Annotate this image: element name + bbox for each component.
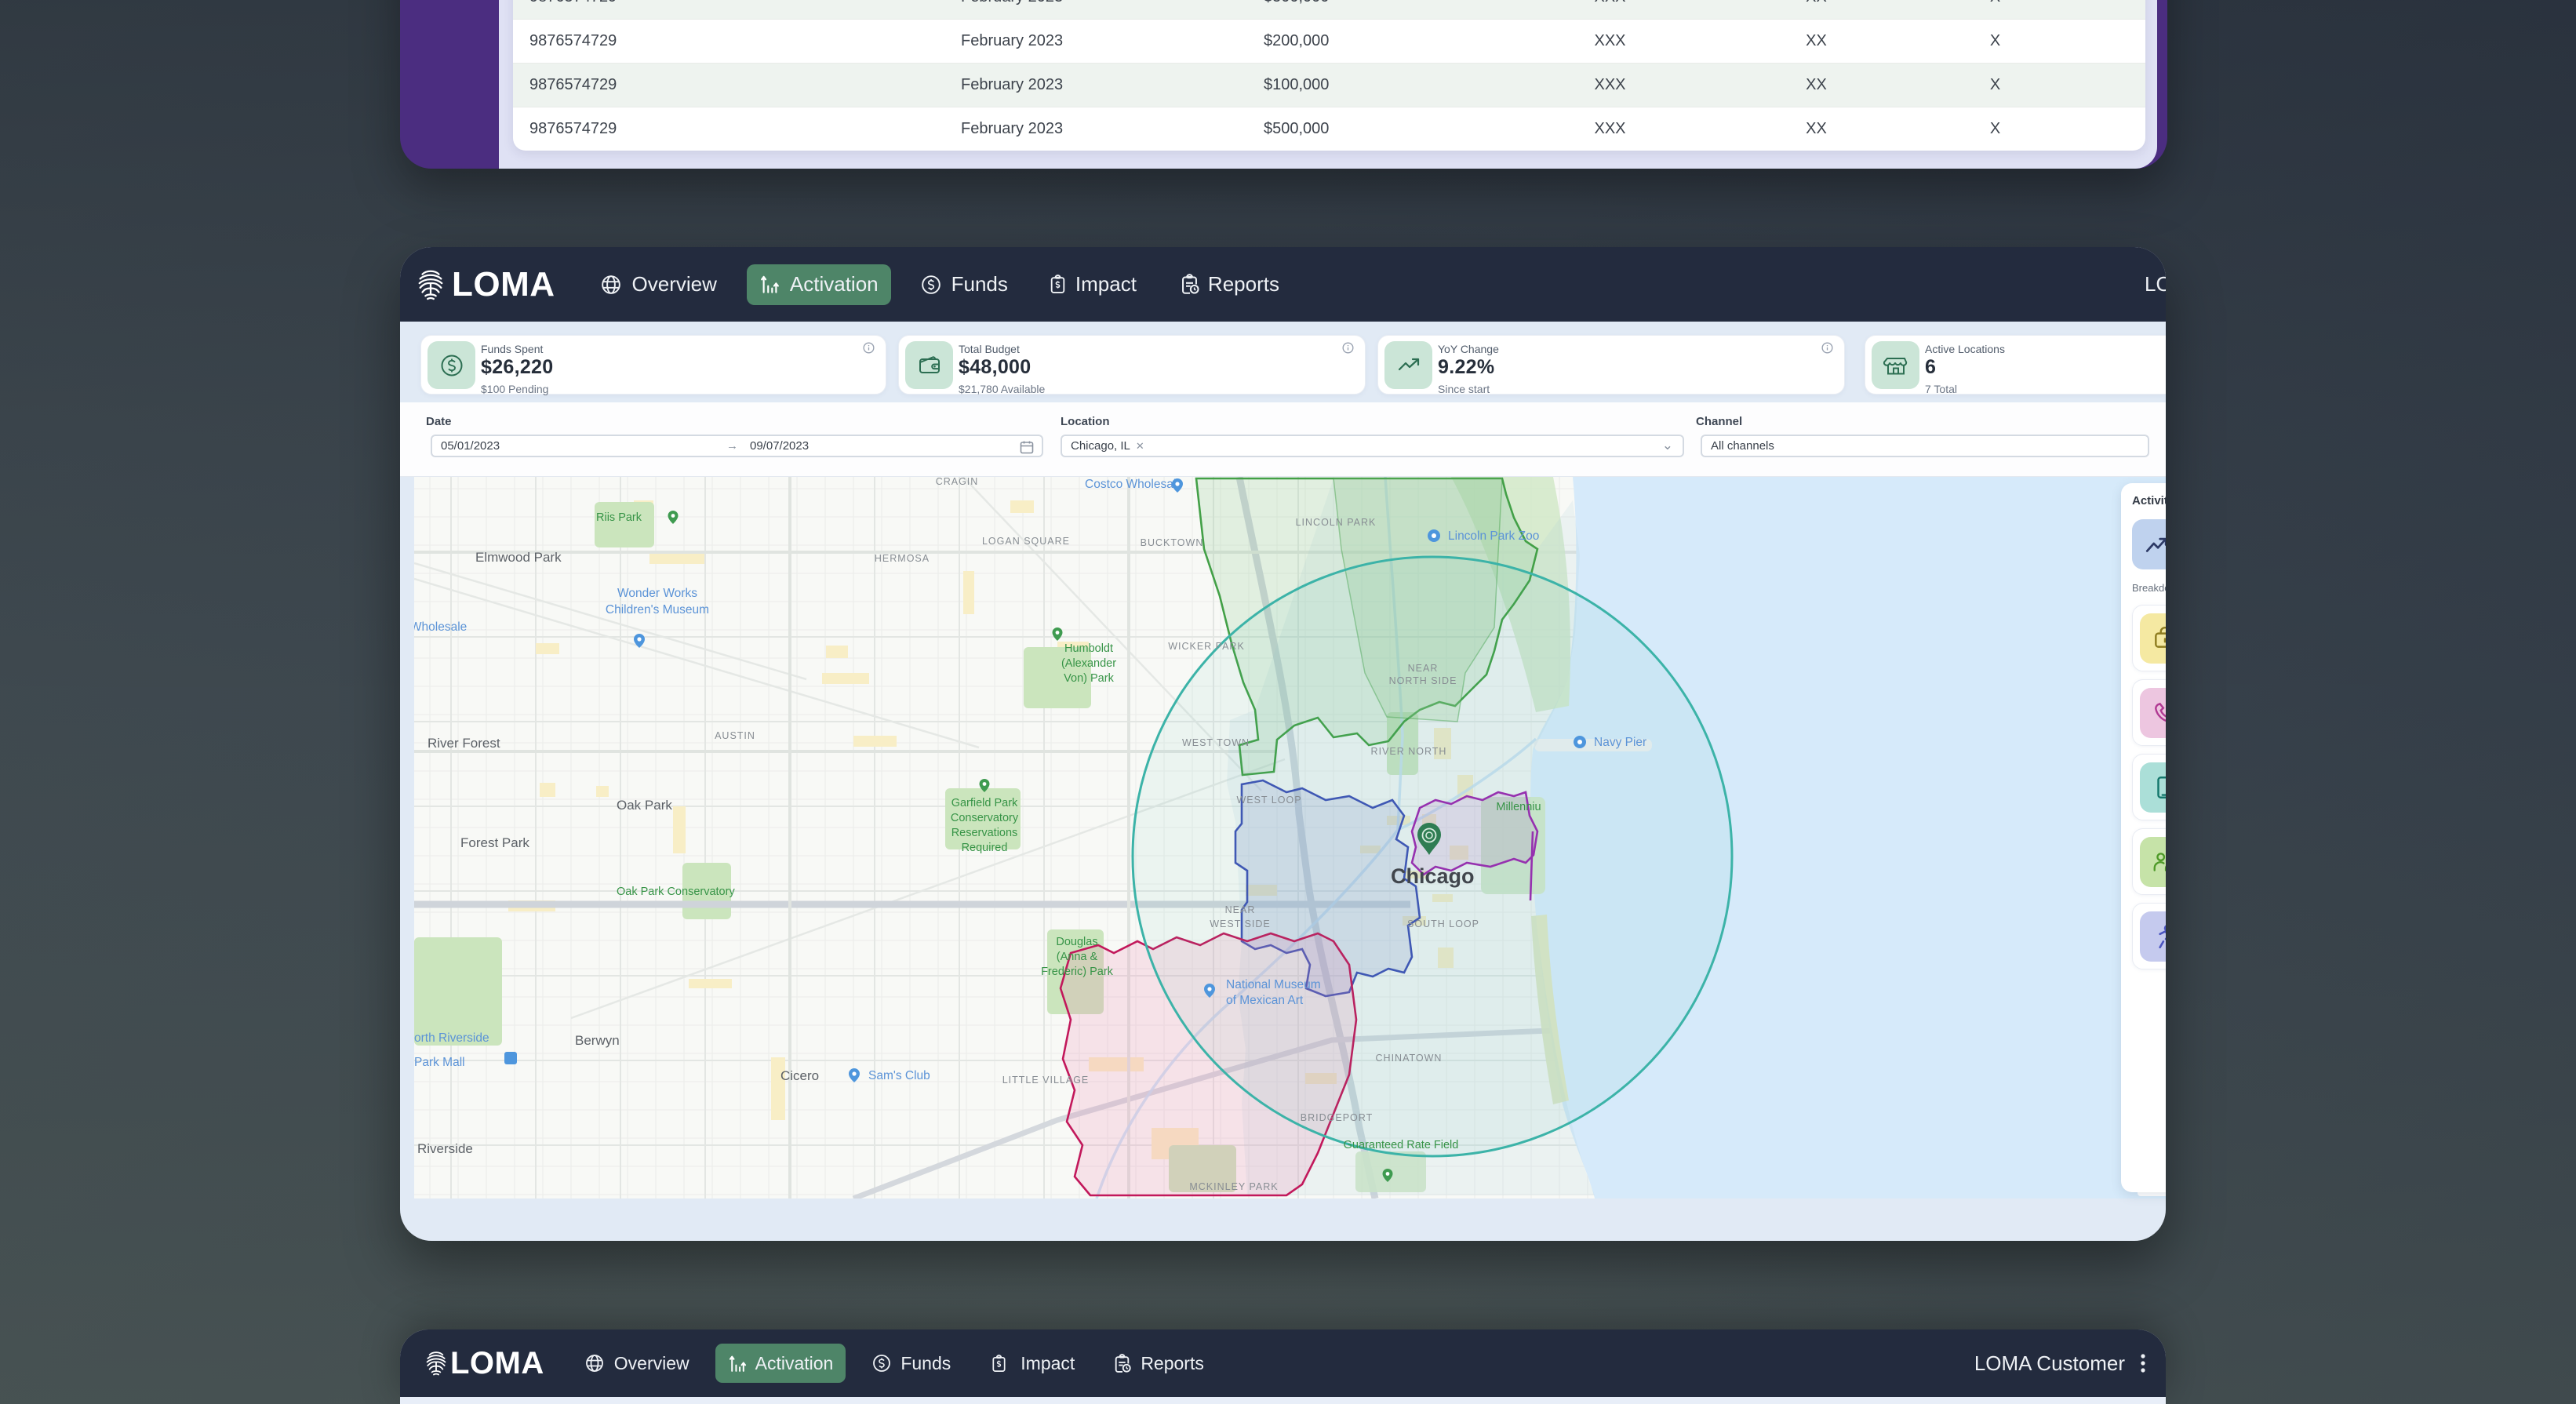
- svg-text:NEAR: NEAR: [1408, 663, 1439, 674]
- svg-text:BUCKTOWN: BUCKTOWN: [1141, 537, 1204, 548]
- svg-text:Children's Museum: Children's Museum: [606, 603, 709, 617]
- svg-text:LITTLE VILLAGE: LITTLE VILLAGE: [1002, 1075, 1090, 1086]
- svg-text:Navy Pier: Navy Pier: [1594, 736, 1646, 749]
- svg-text:Riis Park: Riis Park: [596, 511, 642, 524]
- svg-text:(Anna &: (Anna &: [1057, 951, 1098, 963]
- svg-text:Reservations: Reservations: [951, 827, 1018, 839]
- svg-text:Cicero: Cicero: [780, 1068, 819, 1083]
- svg-text:RIVER NORTH: RIVER NORTH: [1371, 746, 1447, 757]
- svg-text:o Wholesale: o Wholesale: [414, 620, 467, 634]
- svg-text:WEST TOWN: WEST TOWN: [1182, 737, 1250, 748]
- svg-text:LINCOLN PARK: LINCOLN PARK: [1296, 517, 1377, 528]
- svg-text:Costco Wholesale: Costco Wholesale: [1085, 478, 1183, 491]
- svg-text:Douglas: Douglas: [1056, 936, 1097, 948]
- svg-text:BRIDGEPORT: BRIDGEPORT: [1301, 1112, 1373, 1123]
- svg-text:Park Mall: Park Mall: [414, 1056, 465, 1069]
- svg-text:Wonder Works: Wonder Works: [617, 587, 697, 600]
- svg-text:CRAGIN: CRAGIN: [936, 477, 979, 487]
- svg-text:WEST SIDE: WEST SIDE: [1210, 918, 1271, 929]
- svg-text:CHINATOWN: CHINATOWN: [1376, 1053, 1443, 1064]
- svg-text:Millenniu: Millenniu: [1496, 801, 1541, 813]
- svg-text:Chicago: Chicago: [1391, 864, 1475, 888]
- svg-text:(Alexander: (Alexander: [1061, 657, 1116, 670]
- svg-text:of Mexican Art: of Mexican Art: [1226, 994, 1304, 1007]
- svg-text:orth Riverside: orth Riverside: [414, 1031, 489, 1045]
- svg-text:Conservatory: Conservatory: [951, 812, 1019, 824]
- svg-text:Frederic) Park: Frederic) Park: [1041, 966, 1114, 978]
- svg-text:Oak Park: Oak Park: [617, 798, 672, 813]
- svg-text:Guaranteed Rate Field: Guaranteed Rate Field: [1344, 1139, 1459, 1151]
- svg-text:WEST LOOP: WEST LOOP: [1236, 795, 1301, 806]
- svg-text:Berwyn: Berwyn: [575, 1033, 620, 1048]
- svg-text:SOUTH LOOP: SOUTH LOOP: [1407, 918, 1479, 929]
- svg-text:AUSTIN: AUSTIN: [715, 730, 755, 741]
- svg-text:Forest Park: Forest Park: [460, 835, 529, 850]
- svg-text:Elmwood Park: Elmwood Park: [475, 550, 562, 565]
- svg-text:Riverside: Riverside: [417, 1141, 473, 1156]
- svg-text:LOGAN SQUARE: LOGAN SQUARE: [982, 536, 1070, 547]
- svg-text:WICKER PARK: WICKER PARK: [1168, 641, 1245, 652]
- svg-text:NEAR: NEAR: [1225, 904, 1256, 915]
- svg-text:Von) Park: Von) Park: [1064, 672, 1114, 685]
- svg-text:National Museum: National Museum: [1226, 978, 1321, 991]
- svg-text:HERMOSA: HERMOSA: [875, 553, 930, 564]
- svg-text:NORTH SIDE: NORTH SIDE: [1389, 675, 1457, 686]
- svg-text:Required: Required: [962, 842, 1008, 854]
- svg-text:Sam's Club: Sam's Club: [868, 1069, 930, 1082]
- svg-text:Garfield Park: Garfield Park: [951, 797, 1018, 809]
- svg-text:Oak Park Conservatory: Oak Park Conservatory: [617, 886, 735, 898]
- svg-text:Humboldt: Humboldt: [1064, 642, 1113, 655]
- svg-text:MCKINLEY PARK: MCKINLEY PARK: [1189, 1181, 1278, 1192]
- svg-text:River Forest: River Forest: [428, 736, 500, 751]
- svg-text:Lincoln Park Zoo: Lincoln Park Zoo: [1448, 529, 1539, 543]
